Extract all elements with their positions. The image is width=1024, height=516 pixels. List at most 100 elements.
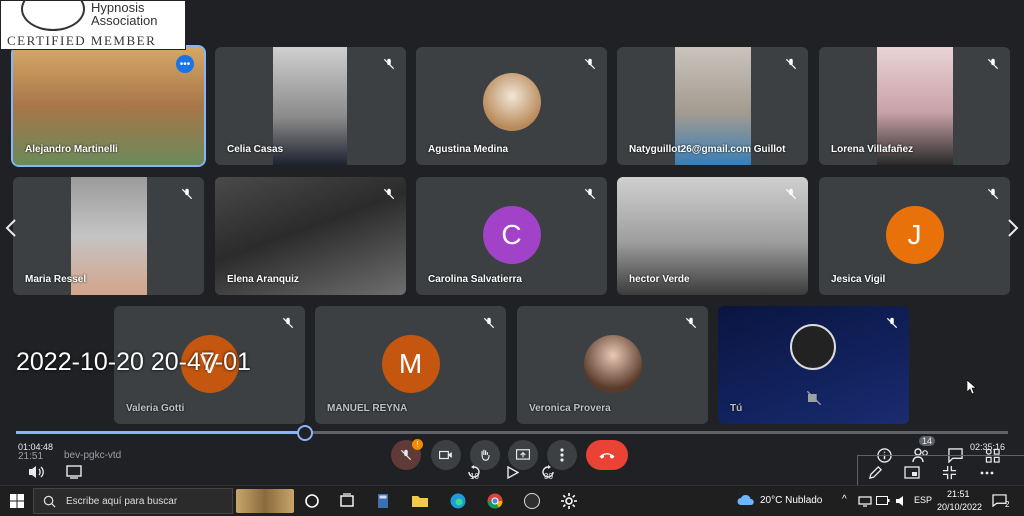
volume-icon[interactable] — [28, 465, 44, 479]
more-vert-icon — [560, 448, 564, 462]
camera-icon — [439, 450, 452, 460]
file-explorer-icon[interactable] — [410, 491, 430, 511]
next-page-icon[interactable] — [1006, 218, 1020, 238]
picture-in-picture-icon[interactable] — [904, 466, 920, 479]
playback-progress-bar[interactable] — [16, 425, 1008, 441]
windows-taskbar: Escribe aquí para buscar 20°C Nublado ^ … — [0, 485, 1024, 516]
chrome-icon[interactable] — [485, 491, 505, 511]
search-placeholder: Escribe aquí para buscar — [66, 496, 178, 507]
cortana-icon[interactable] — [302, 491, 322, 511]
rewind-seconds: 10 — [470, 472, 479, 481]
participant-name: Celia Casas — [227, 144, 284, 155]
mic-off-icon — [282, 317, 294, 329]
participant-tile[interactable]: Elena Aranquiz — [215, 177, 406, 295]
edge-icon[interactable] — [448, 491, 468, 511]
participant-tile[interactable]: C Carolina Salvatierra — [416, 177, 607, 295]
play-icon[interactable] — [507, 466, 519, 479]
participant-name: Carolina Salvatierra — [428, 274, 522, 285]
weather-cloud-icon[interactable] — [737, 494, 755, 506]
participant-tile[interactable]: Maria Ressel — [13, 177, 204, 295]
language-indicator[interactable]: ESP — [914, 495, 932, 505]
mic-off-icon — [685, 317, 697, 329]
taskbar-search-box[interactable]: Escribe aquí para buscar — [33, 488, 233, 514]
participant-video — [273, 47, 347, 165]
obs-logo-icon — [790, 324, 836, 370]
participant-count-badge: 14 — [919, 436, 936, 446]
meeting-code: bev-pgkc-vtd — [64, 450, 122, 461]
leave-call-button[interactable] — [586, 440, 628, 470]
participant-tile[interactable]: Natyguillot26@gmail.com Guillot — [617, 47, 808, 165]
participant-name: hector Verde — [629, 274, 690, 285]
mic-off-icon — [785, 58, 797, 70]
camera-off-icon — [806, 390, 822, 406]
avatar — [482, 73, 541, 131]
forward-seconds: 30 — [544, 472, 553, 481]
participant-name: Alejandro Martinelli — [25, 144, 118, 155]
tray-overflow-icon[interactable]: ^ — [842, 494, 847, 505]
mic-off-icon — [987, 188, 999, 200]
mic-off-icon — [584, 188, 596, 200]
notification-count: 2 — [1005, 500, 1010, 509]
participant-tile[interactable]: Veronica Provera — [517, 306, 708, 424]
task-view-icon[interactable] — [337, 491, 357, 511]
mic-off-icon — [987, 58, 999, 70]
previous-page-icon[interactable] — [4, 218, 18, 238]
certified-member-logo: Hypnosis Association CERTIFIED MEMBER — [0, 0, 186, 50]
mic-warning-badge: ! — [412, 439, 423, 450]
playback-progress-fill — [16, 431, 304, 434]
participant-tile[interactable]: hector Verde — [617, 177, 808, 295]
network-icon[interactable] — [858, 495, 872, 507]
phone-hangup-icon — [599, 453, 615, 459]
search-highlight-image — [236, 489, 294, 513]
battery-icon[interactable] — [876, 496, 890, 505]
mic-off-icon — [483, 317, 495, 329]
participant-name: MANUEL REYNA — [327, 403, 408, 414]
association-name: Hypnosis Association — [91, 0, 158, 28]
search-icon — [43, 495, 56, 508]
weather-text[interactable]: 20°C Nublado — [760, 495, 822, 506]
taskbar-time[interactable]: 21:51 — [947, 489, 970, 499]
participant-tile-self[interactable]: Tú — [718, 306, 909, 424]
certified-member-text: CERTIFIED MEMBER — [7, 33, 157, 48]
mic-off-icon — [383, 58, 395, 70]
participant-name: Maria Ressel — [25, 274, 87, 285]
captions-icon[interactable] — [66, 465, 82, 479]
mic-off-icon — [886, 317, 898, 329]
participant-tile[interactable]: ••• Alejandro Martinelli — [11, 45, 206, 167]
participant-tile[interactable]: M MANUEL REYNA — [315, 306, 506, 424]
speaker-icon[interactable] — [895, 495, 909, 507]
avatar: C — [482, 206, 541, 264]
windows-start-icon[interactable] — [7, 491, 27, 511]
avatar: J — [885, 206, 944, 264]
mouse-cursor-icon — [967, 380, 977, 394]
mic-off-icon — [584, 58, 596, 70]
meet-stage: ••• Alejandro Martinelli Celia Casas Agu… — [0, 0, 1024, 486]
meeting-clock: 21:51 — [18, 451, 44, 462]
mic-off-icon — [181, 188, 193, 200]
mic-off-icon — [383, 188, 395, 200]
participant-tile[interactable]: Lorena Villafañez — [819, 47, 1010, 165]
participant-name: Valeria Gotti — [126, 403, 185, 414]
participant-tile[interactable]: J Jesica Vigil — [819, 177, 1010, 295]
mic-off-icon — [785, 188, 797, 200]
camera-button[interactable] — [431, 440, 461, 470]
pen-icon[interactable] — [868, 465, 883, 480]
more-options-icon[interactable]: ••• — [176, 55, 194, 73]
participant-tile[interactable]: Celia Casas — [215, 47, 406, 165]
participant-name: Tú — [730, 403, 743, 414]
association-seal-icon — [21, 0, 85, 31]
mic-off-icon — [400, 449, 412, 461]
hand-icon — [481, 449, 490, 461]
obs-studio-icon[interactable] — [522, 491, 542, 511]
avatar — [583, 335, 642, 393]
participant-name: Agustina Medina — [428, 144, 509, 155]
participant-name: Natyguillot26@gmail.com Guillot — [629, 144, 786, 155]
more-horiz-icon[interactable] — [980, 471, 994, 475]
participant-name: Lorena Villafañez — [831, 144, 914, 155]
taskbar-date[interactable]: 20/10/2022 — [937, 502, 982, 512]
meeting-controls: 01:04:48 21:51 bev-pgkc-vtd 02:35:16 ! 1… — [0, 436, 1024, 486]
settings-gear-icon[interactable] — [559, 491, 579, 511]
calculator-icon[interactable] — [373, 491, 393, 511]
participant-tile[interactable]: Agustina Medina — [416, 47, 607, 165]
exit-fullscreen-icon[interactable] — [942, 465, 957, 480]
